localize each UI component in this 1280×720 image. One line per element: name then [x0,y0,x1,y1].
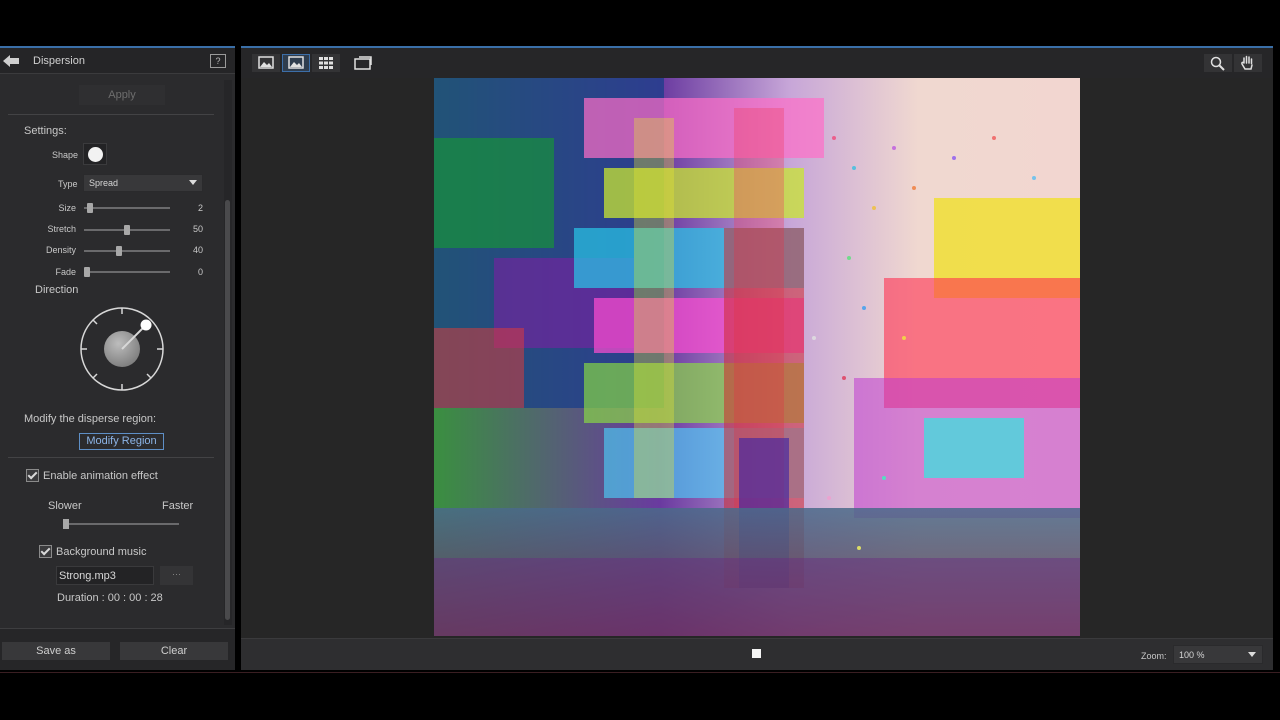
compare-view-button[interactable] [349,54,377,72]
size-label: Size [58,203,76,213]
animation-speed-thumb[interactable] [63,519,69,529]
magnifier-icon [1210,56,1225,71]
image-view-active-icon [288,56,304,69]
size-slider-thumb[interactable] [87,203,94,213]
density-slider[interactable] [84,246,170,256]
canvas-area [241,78,1273,638]
music-file-field[interactable]: Strong.mp3 [56,566,154,585]
browse-music-button[interactable]: ··· [160,566,193,585]
playback-bar: Zoom: 100 % [241,638,1273,670]
direction-dial[interactable] [76,303,168,395]
back-arrow-icon[interactable] [2,54,20,68]
density-label: Density [45,245,76,255]
image-view-icon [258,56,274,69]
stretch-label: Stretch [47,224,76,234]
modify-region-description: Modify the disperse region: [24,413,157,425]
clear-button[interactable]: Clear [120,642,228,660]
checkmark-icon [27,469,38,480]
background-music-checkbox[interactable] [39,545,52,558]
dispersion-preview-image [434,78,1080,636]
direction-label: Direction [35,284,79,296]
fade-slider-thumb[interactable] [84,267,90,277]
grid-view-button[interactable] [312,54,340,72]
density-slider-thumb[interactable] [116,246,122,256]
help-icon[interactable]: ? [210,54,226,68]
grid-view-icon [319,57,333,69]
compare-view-icon [354,56,372,70]
checkmark-icon [40,545,51,556]
duration-label: Duration : 00 : 00 : 28 [57,592,163,604]
type-dropdown[interactable]: Spread [83,174,203,192]
panel-header: Dispersion ? [0,48,235,74]
panel-scrollbar[interactable] [224,80,232,625]
shape-label: Shape [52,150,79,160]
modify-region-button[interactable]: Modify Region [79,433,164,450]
hand-pan-icon [1241,55,1253,70]
chevron-down-icon [1248,652,1256,657]
size-slider[interactable] [84,203,170,213]
single-view-button[interactable] [252,54,280,72]
pan-tool-button[interactable] [1234,54,1262,72]
panel-footer: Save as Clear [0,628,235,670]
stretch-slider[interactable] [84,225,170,235]
circle-shape-icon [88,147,103,162]
effect-settings-panel: Dispersion ? Apply Settings: Shape Type … [0,46,235,670]
settings-heading: Settings: [24,125,67,137]
fade-slider[interactable] [84,267,170,277]
type-selected-value: Spread [89,178,119,188]
animation-speed-slider[interactable] [63,519,179,529]
stop-button[interactable] [752,649,761,658]
divider [8,114,214,115]
zoom-value: 100 % [1179,650,1205,660]
apply-button[interactable]: Apply [79,85,165,105]
background-music-label: Background music [56,546,147,558]
zoom-label: Zoom: [1141,651,1167,661]
stretch-value: 50 [192,224,203,234]
save-as-button[interactable]: Save as [2,642,110,660]
animation-checkbox[interactable] [26,469,39,482]
stretch-slider-thumb[interactable] [124,225,130,235]
panel-scrollbar-thumb[interactable] [225,200,230,620]
size-value: 2 [197,203,203,213]
direction-handle[interactable] [140,319,152,331]
density-value: 40 [192,245,203,255]
preview-area: Zoom: 100 % [241,46,1273,670]
fade-value: 0 [197,267,203,277]
animation-label: Enable animation effect [43,470,158,482]
chevron-down-icon [189,180,197,185]
zoom-dropdown[interactable]: 100 % [1173,645,1263,664]
fade-label: Fade [55,267,76,277]
window-bottom-edge [0,672,1280,673]
faster-label: Faster [162,500,194,512]
fit-view-button[interactable] [282,54,310,72]
view-toolbar [241,48,1273,78]
shape-picker[interactable] [83,143,107,165]
type-label: Type [58,179,78,189]
panel-title: Dispersion [33,55,85,67]
zoom-tool-button[interactable] [1204,54,1232,72]
slower-label: Slower [48,500,82,512]
divider [8,457,214,458]
preview-photo [434,78,1080,636]
